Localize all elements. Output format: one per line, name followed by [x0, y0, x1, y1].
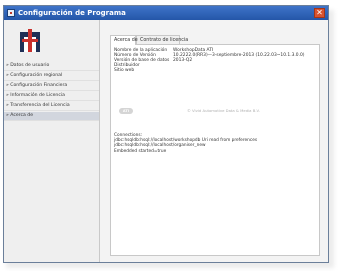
title-bar[interactable]: Configuración de Programa ✕	[4, 6, 328, 20]
product-logo: ATI	[119, 108, 133, 114]
sidebar: » Datos de usuario » Configuración regio…	[4, 20, 100, 262]
sidebar-item-datos-de-usuario[interactable]: » Datos de usuario	[4, 62, 99, 71]
sidebar-item-configuracion-financiera[interactable]: » Configuración Financiera	[4, 82, 99, 91]
info-label: Sitio web	[114, 68, 135, 73]
sidebar-item-acerca-de[interactable]: » Acerca de	[4, 112, 99, 121]
copyright-text: © Vivid Automotive Data & Media B.V.	[187, 108, 260, 113]
sidebar-item-transferencia-de-licencia[interactable]: » Transferencia del Licencia	[4, 102, 99, 111]
product-logo-text: ATI	[122, 109, 130, 113]
settings-window: Configuración de Programa ✕ » Datos de u…	[3, 5, 329, 263]
window-title: Configuración de Programa	[18, 9, 126, 17]
close-icon: ✕	[316, 8, 323, 17]
info-value: 10.2222.0(RR3)—3-septiembre-2013 (10.22.…	[173, 53, 305, 58]
connections-info: Connections: jdbc:hsqldb:hsql://localhos…	[114, 133, 257, 154]
content-area: Acerca de Contrato de licencia Nombre de…	[100, 20, 328, 262]
tab-contrato-de-licencia[interactable]: Contrato de licencia	[136, 35, 188, 44]
close-button[interactable]: ✕	[314, 8, 325, 18]
info-value: 2013-Q2	[173, 58, 193, 63]
workshopdata-logo	[18, 29, 42, 53]
connection-line: Embedded started=true	[114, 148, 167, 154]
sidebar-menu: » Datos de usuario » Configuración regio…	[4, 62, 99, 122]
app-icon	[7, 9, 15, 17]
sidebar-item-configuracion-regional[interactable]: » Configuración regional	[4, 72, 99, 81]
sidebar-item-informacion-de-licencia[interactable]: » Información de Licencia	[4, 92, 99, 101]
tab-acerca-de[interactable]: Acerca de	[110, 35, 138, 45]
about-tab-page: Nombre de la aplicación WorkshopData ATI…	[110, 44, 320, 256]
